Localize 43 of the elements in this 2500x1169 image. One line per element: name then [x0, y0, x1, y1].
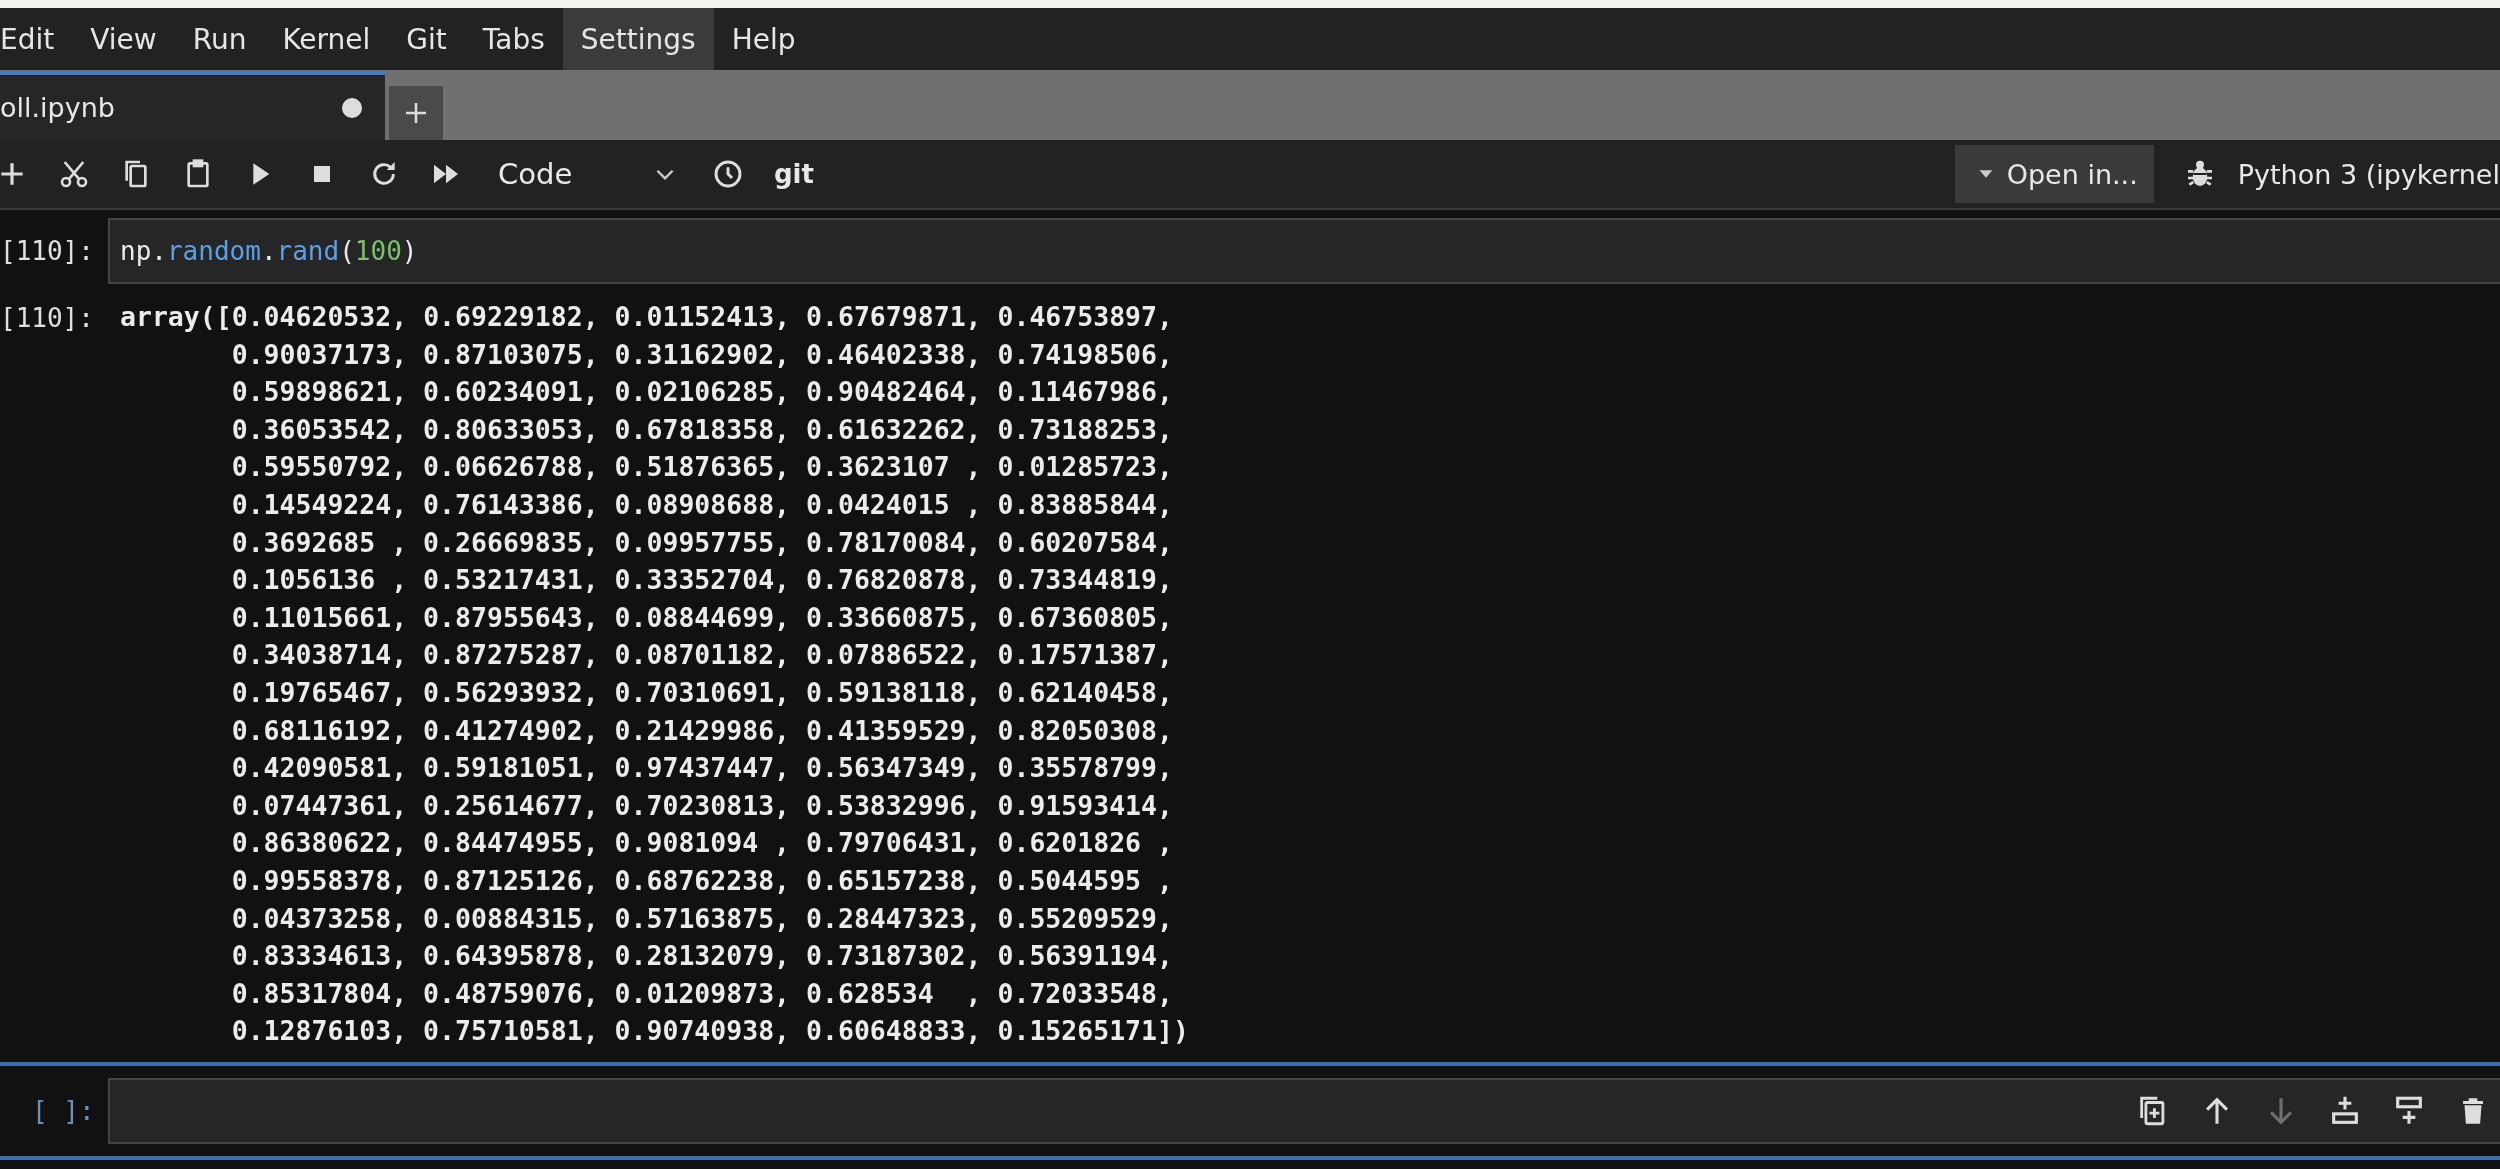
menu-item[interactable]: View	[72, 8, 175, 70]
menu-item[interactable]: Git	[388, 8, 465, 70]
output-line: array([0.04620532, 0.69229182, 0.01152413, 0.67679871, 0.46753897,	[120, 300, 1174, 334]
output-line: 0.36053542, 0.80633053, 0.67818358, 0.61632262, 0.73188253,	[230, 412, 1174, 447]
input-prompt: [110]:	[0, 236, 95, 266]
code-input[interactable]: np.random.rand(100)	[108, 218, 2500, 284]
open-in-button[interactable]: Open in...	[1954, 145, 2154, 203]
output-line: 0.86380622, 0.84474955, 0.9081094 , 0.79706431, 0.6201826 ,	[230, 826, 1174, 861]
output-line: 0.59898621, 0.60234091, 0.02106285, 0.90482464, 0.11467986,	[230, 375, 1174, 410]
menu-item[interactable]: Help	[713, 8, 814, 70]
code-input[interactable]	[108, 1077, 2500, 1144]
output-line: 0.59550792, 0.06626788, 0.51876365, 0.3623107 , 0.01285723,	[230, 450, 1174, 485]
new-tab-button[interactable]	[389, 86, 443, 140]
code-text: np.random.rand(100)	[120, 236, 418, 266]
menu-item[interactable]: Tabs	[464, 8, 563, 70]
output-line: 0.04373258, 0.00884315, 0.57163875, 0.28447323, 0.55209529,	[230, 901, 1174, 936]
kernel-name[interactable]: Python 3 (ipykernel	[2237, 158, 2500, 190]
output-line: 0.68116192, 0.41274902, 0.21429986, 0.41359529, 0.82050308,	[230, 713, 1174, 748]
output-line: 0.90037173, 0.87103075, 0.31162902, 0.46402338, 0.74198506,	[230, 337, 1174, 372]
output-prompt: [110]:	[0, 302, 95, 335]
output-line: 0.19765467, 0.56293932, 0.70310691, 0.59138118, 0.62140458,	[230, 675, 1174, 710]
output-line: 0.12876103, 0.75710581, 0.90740938, 0.60648833, 0.15265171])	[230, 1014, 1189, 1049]
output-line: 0.14549224, 0.76143386, 0.08908688, 0.0424015 , 0.83885844,	[230, 487, 1174, 522]
notebook-tab[interactable]: oll.ipynb	[0, 72, 385, 140]
output-line: 0.1056136 , 0.53217431, 0.33352704, 0.76820878, 0.73344819,	[230, 563, 1174, 598]
menu-item[interactable]: Settings	[562, 8, 714, 70]
git-button[interactable]: git	[774, 159, 814, 189]
output-line: 0.07447361, 0.25614677, 0.70230813, 0.53832996, 0.91593414,	[230, 788, 1174, 823]
tab-label: oll.ipynb	[0, 92, 115, 123]
clock-icon[interactable]	[712, 158, 744, 190]
scissors-icon[interactable]	[58, 158, 90, 190]
output-line: 0.99558378, 0.87125126, 0.68762238, 0.65157238, 0.5044595 ,	[230, 863, 1174, 898]
menu-item[interactable]: Kernel	[264, 8, 389, 70]
output-line: 0.3692685 , 0.26669835, 0.09957755, 0.78170084, 0.60207584,	[230, 525, 1174, 560]
output-line: 0.34038714, 0.87275287, 0.08701182, 0.07886522, 0.17571387,	[230, 638, 1174, 673]
menu-item[interactable]: Edit	[0, 8, 73, 70]
menu-item[interactable]: Run	[174, 8, 265, 70]
output-line: 0.83334613, 0.64395878, 0.28132079, 0.73187302, 0.56391194,	[230, 939, 1174, 974]
output-line: 0.42090581, 0.59181051, 0.97437447, 0.56347349, 0.35578799,	[230, 751, 1174, 786]
input-prompt: [ ]:	[31, 1095, 96, 1126]
output-line: 0.11015661, 0.87955643, 0.08844699, 0.33660875, 0.67360805,	[230, 600, 1174, 635]
cell-type-dropdown[interactable]: Code	[492, 157, 682, 191]
output-line: 0.85317804, 0.48759076, 0.01209873, 0.628534 , 0.72033548,	[230, 976, 1174, 1011]
